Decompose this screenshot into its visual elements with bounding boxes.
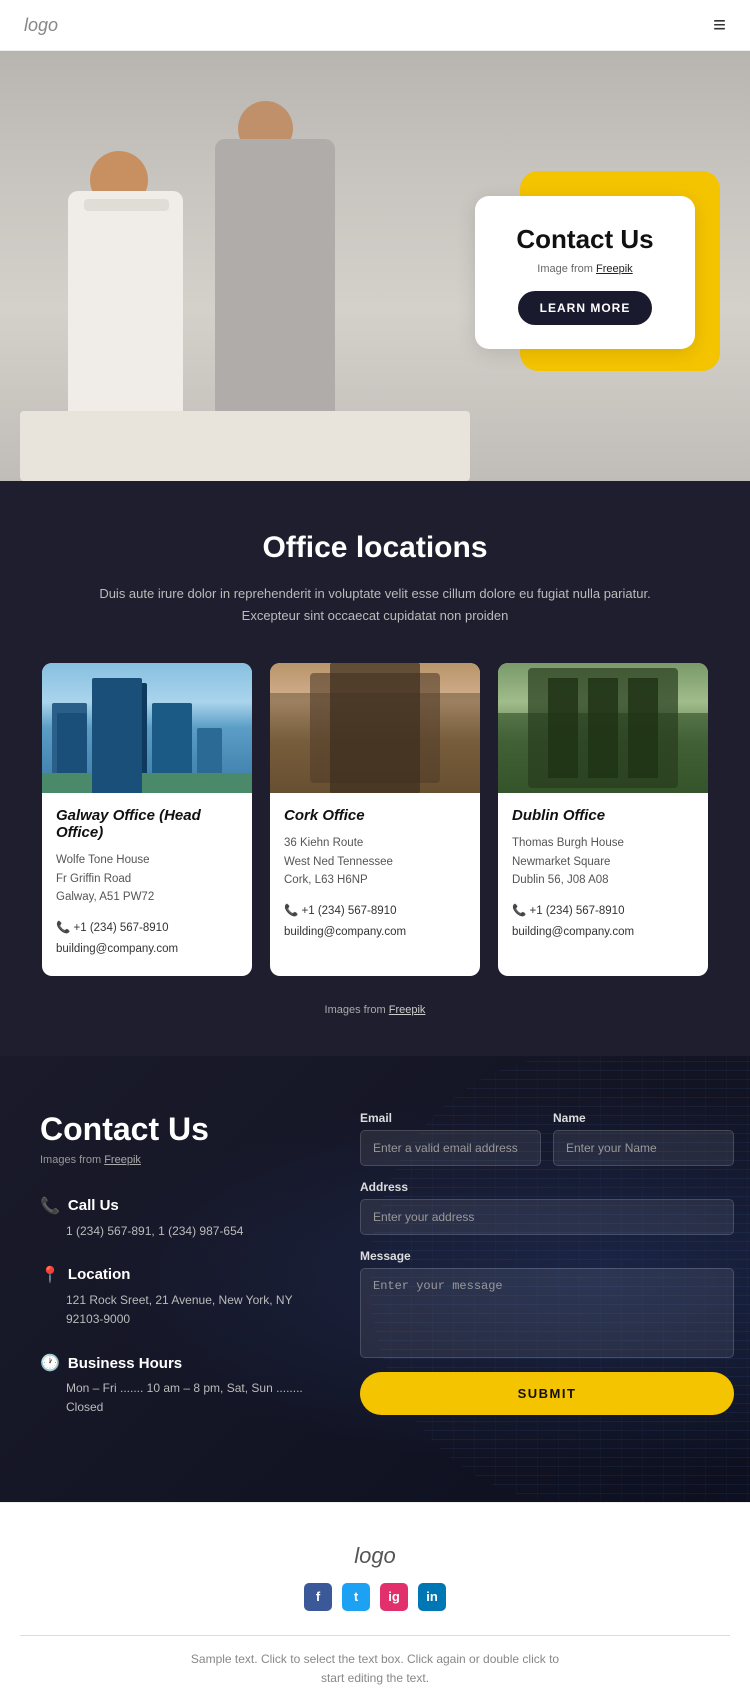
office-email-dublin: building@company.com [512, 922, 694, 943]
clock-icon: 🕐 [40, 1353, 60, 1373]
office-card-dublin: Dublin Office Thomas Burgh House Newmark… [498, 663, 708, 976]
business-hours-title: Business Hours [68, 1355, 182, 1372]
office-name-dublin: Dublin Office [512, 807, 694, 824]
submit-button[interactable]: SUBMIT [360, 1372, 734, 1415]
office-phone-dublin: 📞 +1 (234) 567-8910 [512, 901, 694, 922]
office-image-dublin [498, 663, 708, 793]
logo: logo [24, 15, 58, 36]
office-section-desc: Duis aute irure dolor in reprehenderit i… [85, 583, 665, 627]
hero-contact-card: Contact Us Image from Freepik LEARN MORE [475, 196, 695, 349]
business-hours-value: Mon – Fri ....... 10 am – 8 pm, Sat, Sun… [40, 1379, 320, 1417]
office-card-cork: Cork Office 36 Kiehn Route West Ned Tenn… [270, 663, 480, 976]
office-cards-container: Galway Office (Head Office) Wolfe Tone H… [30, 663, 720, 976]
menu-icon[interactable]: ≡ [713, 12, 726, 38]
phone-icon: 📞 [40, 1196, 60, 1216]
form-group-message: Message [360, 1249, 734, 1358]
office-card-body-dublin: Dublin Office Thomas Burgh House Newmark… [498, 793, 708, 959]
contact-call-us: 📞 Call Us 1 (234) 567-891, 1 (234) 987-6… [40, 1196, 320, 1241]
contact-business-hours: 🕐 Business Hours Mon – Fri ....... 10 am… [40, 1353, 320, 1417]
contact-images-credit: Images from Freepik [40, 1154, 320, 1166]
hero-section: Contact Us Image from Freepik LEARN MORE [0, 51, 750, 481]
email-input[interactable] [360, 1130, 541, 1166]
name-input[interactable] [553, 1130, 734, 1166]
location-value: 121 Rock Sreet, 21 Avenue, New York, NY … [40, 1291, 320, 1329]
location-title: Location [68, 1266, 131, 1283]
footer-divider [20, 1635, 730, 1636]
form-group-address: Address [360, 1180, 734, 1235]
address-input[interactable] [360, 1199, 734, 1235]
site-header: logo ≡ [0, 0, 750, 51]
twitter-icon[interactable]: t [342, 1583, 370, 1611]
site-footer: logo f t ig in Sample text. Click to sel… [0, 1502, 750, 1708]
office-name-galway: Galway Office (Head Office) [56, 807, 238, 841]
freepik-link[interactable]: Freepik [596, 263, 633, 275]
office-section-title: Office locations [30, 531, 720, 565]
facebook-icon[interactable]: f [304, 1583, 332, 1611]
office-phone-cork: 📞 +1 (234) 567-8910 [284, 901, 466, 922]
office-address-galway: Wolfe Tone House Fr Griffin Road Galway,… [56, 851, 238, 906]
office-email-cork: building@company.com [284, 922, 466, 943]
location-icon: 📍 [40, 1265, 60, 1285]
learn-more-button[interactable]: LEARN MORE [518, 291, 653, 325]
email-label: Email [360, 1111, 541, 1125]
contact-freepik-link[interactable]: Freepik [104, 1154, 141, 1166]
office-image-galway [42, 663, 252, 793]
office-card-body-cork: Cork Office 36 Kiehn Route West Ned Tenn… [270, 793, 480, 959]
hero-card-credit: Image from Freepik [497, 263, 673, 275]
contact-location: 📍 Location 121 Rock Sreet, 21 Avenue, Ne… [40, 1265, 320, 1329]
contact-section: Contact Us Images from Freepik 📞 Call Us… [0, 1056, 750, 1502]
social-icons-container: f t ig in [20, 1583, 730, 1611]
office-images-credit: Images from Freepik [30, 1004, 720, 1016]
office-card-galway: Galway Office (Head Office) Wolfe Tone H… [42, 663, 252, 976]
office-image-cork [270, 663, 480, 793]
office-address-cork: 36 Kiehn Route West Ned Tennessee Cork, … [284, 834, 466, 889]
office-address-dublin: Thomas Burgh House Newmarket Square Dubl… [512, 834, 694, 889]
linkedin-icon[interactable]: in [418, 1583, 446, 1611]
form-group-email: Email [360, 1111, 541, 1166]
message-label: Message [360, 1249, 734, 1263]
form-group-name: Name [553, 1111, 734, 1166]
footer-logo: logo [20, 1543, 730, 1569]
office-card-body-galway: Galway Office (Head Office) Wolfe Tone H… [42, 793, 252, 976]
instagram-icon[interactable]: ig [380, 1583, 408, 1611]
contact-info-panel: Contact Us Images from Freepik 📞 Call Us… [40, 1111, 320, 1442]
footer-sample-text: Sample text. Click to select the text bo… [20, 1650, 730, 1688]
call-us-title: Call Us [68, 1197, 119, 1214]
office-section: Office locations Duis aute irure dolor i… [0, 481, 750, 1056]
contact-form-panel: Email Name Address Message SUBMIT [360, 1111, 734, 1442]
contact-title: Contact Us [40, 1111, 320, 1148]
office-phone-galway: 📞 +1 (234) 567-8910 [56, 918, 238, 939]
office-freepik-link[interactable]: Freepik [389, 1004, 426, 1016]
office-name-cork: Cork Office [284, 807, 466, 824]
name-label: Name [553, 1111, 734, 1125]
form-row-email-name: Email Name [360, 1111, 734, 1166]
call-us-value: 1 (234) 567-891, 1 (234) 987-654 [40, 1222, 320, 1241]
address-label: Address [360, 1180, 734, 1194]
message-textarea[interactable] [360, 1268, 734, 1358]
hero-card-title: Contact Us [497, 224, 673, 255]
office-email-galway: building@company.com [56, 939, 238, 960]
